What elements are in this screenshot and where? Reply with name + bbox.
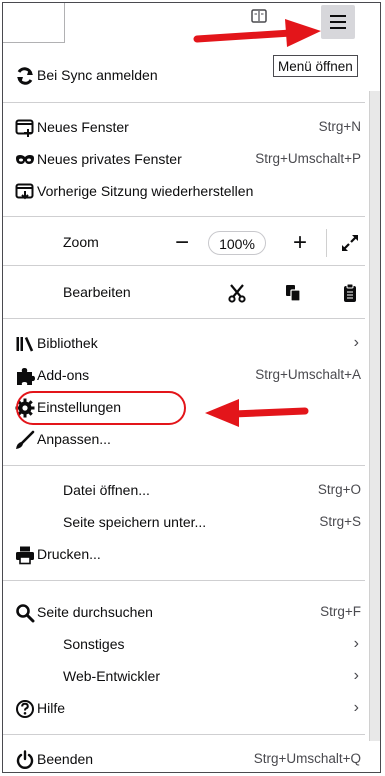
- customize-label: Anpassen...: [37, 431, 111, 447]
- save-page-label: Seite speichern unter...: [63, 514, 207, 530]
- new-window-shortcut: Strg+N: [318, 119, 361, 134]
- toolbar: [3, 3, 380, 45]
- save-page-shortcut: Strg+S: [319, 514, 361, 529]
- url-bar-edge[interactable]: [3, 3, 65, 43]
- separator: [3, 734, 365, 735]
- paintbrush-icon: [16, 430, 35, 449]
- menu-scrollbar[interactable]: [369, 91, 380, 741]
- zoom-in-button[interactable]: +: [287, 230, 313, 256]
- web-developer-label: Web-Entwickler: [63, 668, 160, 684]
- menu-item-addons[interactable]: Add-ons Strg+Umschalt+A: [3, 360, 365, 392]
- menu-item-private-window[interactable]: Neues privates Fenster Strg+Umschalt+P: [3, 144, 365, 176]
- cut-icon[interactable]: [227, 283, 247, 303]
- annotation-arrow-icon: [205, 399, 309, 427]
- new-window-label: Neues Fenster: [37, 119, 129, 135]
- separator: [3, 265, 365, 266]
- open-file-shortcut: Strg+O: [317, 482, 361, 497]
- find-label: Seite durchsuchen: [37, 604, 153, 620]
- chevron-right-icon: ›: [353, 699, 359, 716]
- quit-label: Beenden: [37, 751, 94, 767]
- menu-item-restore-session[interactable]: Vorherige Sitzung wiederherstellen: [3, 176, 365, 208]
- chevron-right-icon: ›: [353, 635, 359, 652]
- menu-item-library[interactable]: Bibliothek ›: [3, 328, 365, 360]
- open-file-label: Datei öffnen...: [63, 482, 150, 498]
- sync-label: Bei Sync anmelden: [37, 67, 158, 83]
- menu-item-edit: Bearbeiten: [3, 277, 365, 309]
- fullscreen-icon[interactable]: [340, 233, 360, 253]
- power-icon: [16, 750, 34, 769]
- menu-item-save-page[interactable]: Seite speichern unter... Strg+S: [3, 507, 365, 539]
- menu-item-find[interactable]: Seite durchsuchen Strg+F: [3, 597, 365, 629]
- menu-item-more[interactable]: Sonstiges ›: [3, 629, 365, 661]
- more-label: Sonstiges: [63, 636, 125, 652]
- separator: [3, 318, 365, 319]
- menu-item-help[interactable]: Hilfe ›: [3, 693, 365, 725]
- zoom-label: Zoom: [63, 234, 99, 250]
- addons-label: Add-ons: [37, 367, 90, 383]
- puzzle-icon: [17, 368, 35, 385]
- help-icon: [16, 700, 34, 718]
- separator: [3, 216, 365, 217]
- private-window-shortcut: Strg+Umschalt+P: [255, 151, 361, 166]
- private-mask-icon: [16, 155, 34, 164]
- separator: [3, 465, 365, 466]
- sync-icon: [17, 67, 33, 85]
- copy-icon[interactable]: [283, 283, 303, 303]
- library-icon: [16, 336, 34, 352]
- settings-highlight-ring: [16, 391, 186, 425]
- zoom-divider: [326, 229, 327, 257]
- menu-tooltip: Menü öffnen: [273, 55, 358, 77]
- search-icon: [16, 604, 35, 623]
- private-window-label: Neues privates Fenster: [37, 151, 182, 167]
- zoom-reset-button[interactable]: 100%: [208, 231, 266, 255]
- menu-item-quit[interactable]: Beenden Strg+Umschalt+Q: [3, 744, 365, 776]
- separator: [3, 102, 365, 103]
- restore-session-label: Vorherige Sitzung wiederherstellen: [37, 183, 254, 199]
- help-label: Hilfe: [37, 700, 66, 716]
- printer-icon: [16, 546, 34, 565]
- edit-label: Bearbeiten: [63, 284, 131, 300]
- chevron-right-icon: ›: [353, 667, 359, 684]
- addons-shortcut: Strg+Umschalt+A: [255, 367, 361, 382]
- paste-icon[interactable]: [340, 283, 360, 303]
- zoom-out-button[interactable]: −: [169, 230, 195, 256]
- menu-item-print[interactable]: Drucken...: [3, 539, 365, 571]
- open-menu-button[interactable]: [321, 5, 355, 39]
- print-label: Drucken...: [37, 546, 101, 562]
- separator: [3, 580, 365, 581]
- find-shortcut: Strg+F: [320, 604, 361, 619]
- menu-item-web-developer[interactable]: Web-Entwickler ›: [3, 661, 365, 693]
- menu-item-open-file[interactable]: Datei öffnen... Strg+O: [3, 475, 365, 507]
- chevron-right-icon: ›: [353, 334, 359, 351]
- menu-item-new-window[interactable]: Neues Fenster Strg+N: [3, 112, 365, 144]
- restore-session-icon: [15, 183, 34, 200]
- new-window-icon: [15, 119, 34, 137]
- library-label: Bibliothek: [37, 335, 98, 351]
- quit-shortcut: Strg+Umschalt+Q: [253, 751, 361, 766]
- firefox-window: Menü öffnen Bei Sync anmelden Neues Fens: [2, 2, 381, 773]
- annotation-arrow-icon: [193, 19, 321, 47]
- menu-item-zoom: Zoom − 100% +: [3, 227, 365, 259]
